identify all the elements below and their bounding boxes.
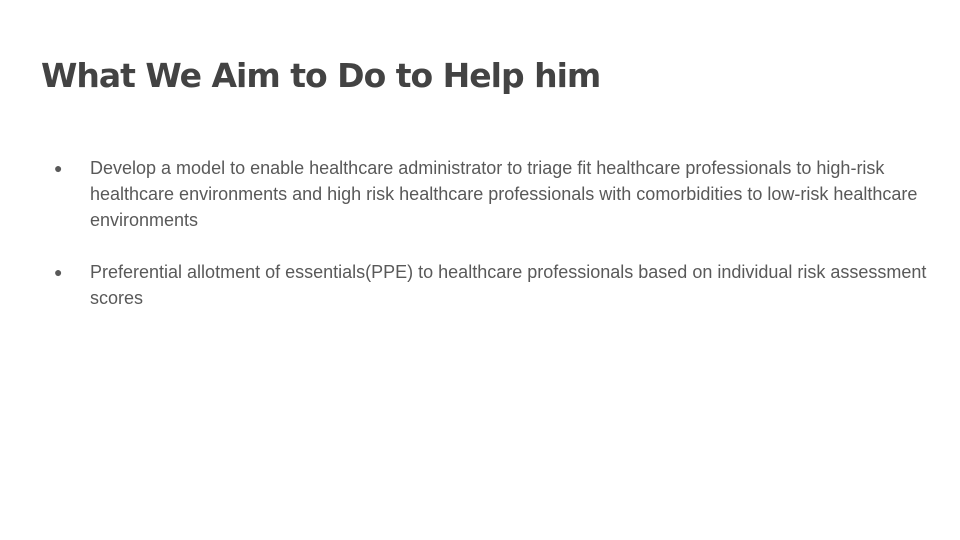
bullet-list: ● Develop a model to enable healthcare a… — [54, 155, 934, 337]
bullet-dot-icon: ● — [54, 160, 63, 176]
bullet-dot-icon: ● — [54, 264, 63, 280]
bullet-item: ● Develop a model to enable healthcare a… — [54, 155, 934, 233]
slide-title: What We Aim to Do to Help him — [41, 56, 601, 95]
bullet-item: ● Preferential allotment of essentials(P… — [54, 259, 934, 311]
bullet-text: Preferential allotment of essentials(PPE… — [90, 262, 927, 308]
slide: What We Aim to Do to Help him ● Develop … — [0, 0, 960, 540]
bullet-text: Develop a model to enable healthcare adm… — [90, 158, 918, 230]
